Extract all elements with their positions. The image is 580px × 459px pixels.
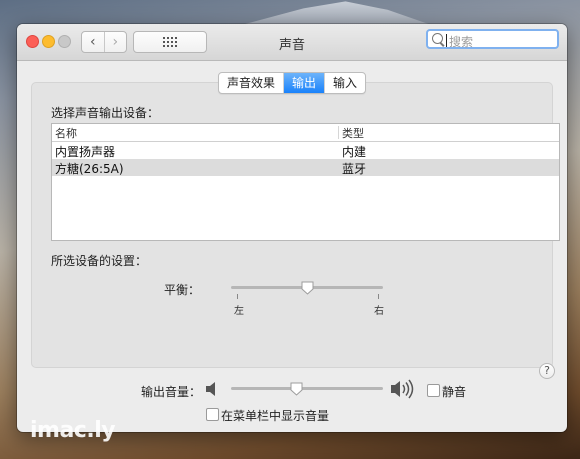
title-bar: ‹ › 声音 搜索 <box>17 24 567 61</box>
sound-preferences-window: ‹ › 声音 搜索 声音效果 输出 输入 选择声音输出设备： 名称 类型 内置扬… <box>17 24 567 432</box>
balance-tick-left <box>237 294 238 299</box>
device-name: 方糖(26:5A) <box>55 162 124 176</box>
search-placeholder: 搜索 <box>449 35 474 49</box>
volume-slider-knob[interactable] <box>290 382 303 396</box>
column-header-name[interactable]: 名称 <box>55 125 77 141</box>
device-type: 内建 <box>342 145 367 159</box>
device-table[interactable]: 名称 类型 内置扬声器 内建 方糖(26:5A) 蓝牙 <box>51 123 560 241</box>
show-volume-in-menubar-label: 在菜单栏中显示音量 <box>221 409 330 423</box>
watermark-logo: imac.ly <box>30 418 116 443</box>
tab-bar: 声音效果 输出 输入 <box>218 72 367 94</box>
column-divider <box>338 126 339 139</box>
volume-slider-track[interactable] <box>231 387 383 390</box>
search-icon <box>432 33 443 44</box>
mute-checkbox[interactable] <box>427 384 440 397</box>
speaker-low-icon <box>205 381 217 401</box>
tab-sound-effects[interactable]: 声音效果 <box>219 73 283 93</box>
table-row[interactable]: 内置扬声器 内建 <box>52 142 559 159</box>
device-name: 内置扬声器 <box>55 145 116 159</box>
select-device-label: 选择声音输出设备： <box>51 106 160 120</box>
table-row-selected[interactable]: 方糖(26:5A) 蓝牙 <box>52 159 559 176</box>
output-volume-label: 输出音量： <box>141 385 202 399</box>
balance-right-label: 右 <box>374 306 384 317</box>
speaker-high-icon <box>390 379 420 403</box>
table-header: 名称 类型 <box>52 124 559 142</box>
tab-input[interactable]: 输入 <box>324 73 365 93</box>
show-volume-in-menubar-checkbox[interactable] <box>206 408 219 421</box>
device-type: 蓝牙 <box>342 162 367 176</box>
tab-output[interactable]: 输出 <box>283 73 325 93</box>
device-settings-label: 所选设备的设置： <box>51 254 148 268</box>
help-button[interactable]: ? <box>539 363 555 379</box>
text-caret <box>446 34 447 47</box>
mute-label: 静音 <box>442 385 467 399</box>
balance-slider-knob[interactable] <box>301 281 314 295</box>
search-field[interactable]: 搜索 <box>426 29 559 49</box>
balance-label: 平衡： <box>164 283 201 297</box>
column-header-type[interactable]: 类型 <box>342 125 364 141</box>
balance-tick-right <box>378 294 379 299</box>
balance-left-label: 左 <box>234 306 244 317</box>
